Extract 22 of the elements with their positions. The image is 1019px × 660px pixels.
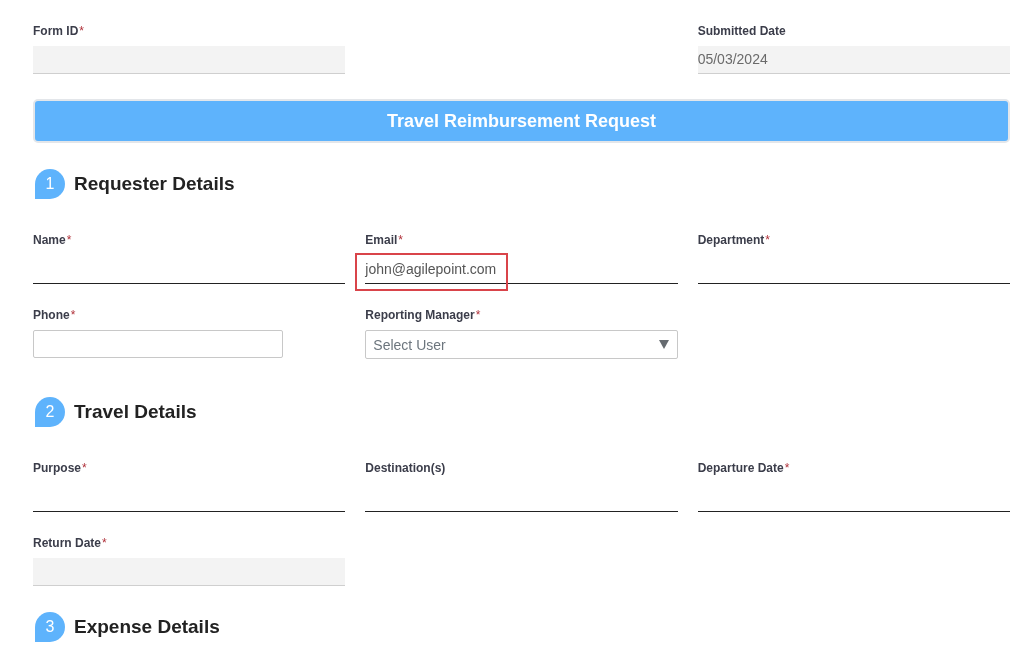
field-label: Department* (697, 232, 770, 248)
step-number-badge: 2 (35, 397, 65, 427)
field-label: Submitted Date (697, 23, 786, 39)
section-title: Travel Details (74, 401, 197, 423)
field-label: Return Date* (33, 535, 107, 551)
form-title-banner: Travel Reimbursement Request (33, 99, 1010, 143)
readonly-field: 05/03/2024 (697, 46, 1010, 74)
section-title: Expense Details (74, 616, 220, 638)
field-label: Departure Date* (697, 460, 790, 476)
step-number-badge: 1 (35, 169, 65, 199)
step-number-badge: 3 (35, 612, 65, 642)
field-label: Name* (33, 232, 72, 248)
field-label: Email* (365, 232, 403, 248)
field-label: Form ID* (33, 23, 84, 39)
field-label: Phone* (33, 307, 76, 323)
field-label: Destination(s) (365, 460, 446, 476)
section-title: Requester Details (74, 173, 235, 195)
field-label: Purpose* (33, 460, 87, 476)
text-field[interactable]: john@agilepoint.com (365, 255, 678, 284)
caret-down-icon (658, 340, 669, 349)
field-label: Reporting Manager* (365, 307, 481, 323)
select-dropdown[interactable]: Select User (365, 330, 678, 359)
